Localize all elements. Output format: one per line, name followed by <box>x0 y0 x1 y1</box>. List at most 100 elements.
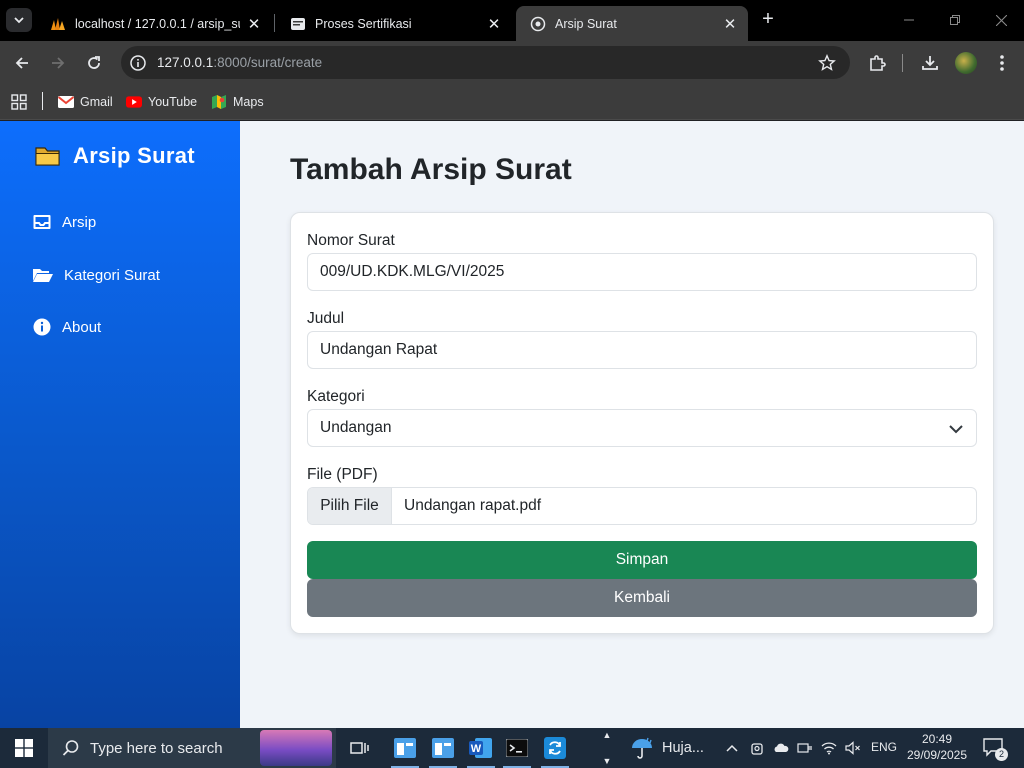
sidebar-item-label: About <box>62 318 102 336</box>
language-indicator[interactable]: ENG <box>871 740 897 754</box>
weather-widget[interactable]: Huja... <box>630 736 704 760</box>
more-vertical-icon <box>1000 55 1004 71</box>
apps-grid-icon <box>11 94 27 110</box>
main-content: Tambah Arsip Surat Nomor Surat 009/UD.KD… <box>240 121 1024 728</box>
close-window-button[interactable] <box>978 0 1024 40</box>
reload-button[interactable] <box>82 51 106 75</box>
terminal-app[interactable] <box>503 734 531 768</box>
extensions-button[interactable] <box>866 52 888 74</box>
minimize-icon <box>904 19 914 21</box>
nomor-surat-input[interactable]: 009/UD.KDK.MLG/VI/2025 <box>307 253 977 291</box>
sidebar-item-about[interactable]: About <box>32 318 101 336</box>
kategori-select[interactable]: Undangan <box>307 409 977 447</box>
sidebar-item-label: Arsip <box>62 213 97 231</box>
close-tab-icon[interactable]: ✕ <box>246 16 262 33</box>
downloads-button[interactable] <box>919 52 941 74</box>
toolbar-divider <box>902 54 903 72</box>
puzzle-icon <box>870 55 886 71</box>
taskbar-search[interactable]: Type here to search <box>48 728 336 768</box>
tab-search-button[interactable] <box>6 8 32 32</box>
tab-title: localhost / 127.0.0.1 / arsip_surat <box>75 16 240 31</box>
new-tab-button[interactable]: + <box>758 9 778 30</box>
bookmark-gmail[interactable]: Gmail <box>58 92 113 112</box>
close-tab-icon[interactable]: ✕ <box>486 16 502 33</box>
notification-center-button[interactable]: 2 <box>982 737 1008 761</box>
brand-title: Arsip Surat <box>73 143 195 168</box>
sidebar-item-arsip[interactable]: Arsip <box>32 213 96 231</box>
chevron-down-icon <box>14 17 24 24</box>
tab-phpmyadmin[interactable]: localhost / 127.0.0.1 / arsip_surat ✕ <box>36 6 272 41</box>
tab-proses-sertifikasi[interactable]: Proses Sertifikasi ✕ <box>276 6 512 41</box>
battery-plug-icon[interactable] <box>797 740 813 756</box>
site-info-icon[interactable] <box>129 54 147 72</box>
windows-logo-icon <box>15 739 33 757</box>
volume-muted-icon[interactable] <box>845 740 861 756</box>
file-input[interactable]: Pilih File Undangan rapat.pdf <box>307 487 977 525</box>
wifi-icon[interactable] <box>821 740 837 756</box>
search-placeholder: Type here to search <box>90 739 223 757</box>
add-archive-form: Nomor Surat 009/UD.KDK.MLG/VI/2025 Judul… <box>290 212 994 634</box>
search-highlight-image[interactable] <box>260 730 332 766</box>
bookmarks-divider <box>42 92 43 110</box>
sync-app[interactable] <box>541 734 569 768</box>
bookmark-label: Gmail <box>80 95 113 109</box>
judul-input[interactable]: Undangan Rapat <box>307 331 977 369</box>
app-window-icon <box>432 738 454 758</box>
taskbar-scroll[interactable]: ▲ ▼ <box>601 730 613 766</box>
chevron-down-icon <box>949 425 963 434</box>
bookmark-maps[interactable]: Maps <box>211 92 264 112</box>
phpmyadmin-icon <box>50 16 66 32</box>
bookmark-label: YouTube <box>148 95 198 109</box>
choose-file-button[interactable]: Pilih File <box>308 488 392 524</box>
tab-arsip-surat[interactable]: Arsip Surat ✕ <box>516 6 748 41</box>
clock-time: 20:49 <box>921 732 953 746</box>
onedrive-icon[interactable] <box>773 740 789 756</box>
chevron-down-icon[interactable]: ▼ <box>603 756 612 766</box>
system-clock[interactable]: 20:49 29/09/2025 <box>905 731 969 763</box>
youtube-icon <box>126 94 142 110</box>
download-icon <box>922 56 938 70</box>
folder-open-icon <box>32 266 54 284</box>
restore-button[interactable] <box>932 0 978 40</box>
sidebar-item-kategori-surat[interactable]: Kategori Surat <box>32 266 160 284</box>
task-view-button[interactable] <box>346 734 374 762</box>
address-bar[interactable]: 127.0.0.1:8000/surat/create <box>121 46 850 79</box>
browser-menu-button[interactable] <box>991 52 1013 74</box>
tray-overflow-button[interactable] <box>724 740 740 756</box>
windows-taskbar: Type here to search W ▲ ▼ Huja... ENG 20… <box>0 728 1024 768</box>
chevron-up-icon[interactable]: ▲ <box>603 730 612 740</box>
bookmark-label: Maps <box>233 95 264 109</box>
start-button[interactable] <box>0 728 48 768</box>
back-button[interactable] <box>10 51 34 75</box>
back-button[interactable]: Kembali <box>307 579 977 617</box>
restore-icon <box>950 15 960 25</box>
arrow-left-icon <box>15 57 28 69</box>
browser-tab-strip: localhost / 127.0.0.1 / arsip_surat ✕ Pr… <box>0 0 1024 41</box>
clock-date: 29/09/2025 <box>906 748 968 762</box>
arrow-right-icon <box>52 57 65 69</box>
minimize-button[interactable] <box>886 0 932 40</box>
chevron-up-icon <box>726 744 738 752</box>
rain-umbrella-icon <box>632 737 652 759</box>
forward-button[interactable] <box>46 51 70 75</box>
profile-avatar[interactable] <box>955 52 977 74</box>
taskbar-app-1[interactable] <box>391 734 419 768</box>
word-app[interactable]: W <box>467 734 495 768</box>
word-icon: W <box>469 738 492 758</box>
selected-file-name: Undangan rapat.pdf <box>404 497 542 514</box>
web-page: Arsip Surat Arsip Kategori Surat About T… <box>0 121 1024 728</box>
document-icon <box>290 16 306 32</box>
page-title: Tambah Arsip Surat <box>290 153 572 186</box>
apps-button[interactable] <box>11 92 27 112</box>
sidebar-brand[interactable]: Arsip Surat <box>35 143 195 169</box>
save-button[interactable]: Simpan <box>307 541 977 579</box>
tray-meet-icon[interactable] <box>749 740 765 756</box>
url-path: :8000/surat/create <box>213 55 323 70</box>
bookmark-star-icon[interactable] <box>818 54 836 72</box>
close-tab-icon[interactable]: ✕ <box>722 16 738 33</box>
sidebar: Arsip Surat Arsip Kategori Surat About <box>0 121 240 728</box>
inbox-icon <box>32 213 52 231</box>
taskbar-app-2[interactable] <box>429 734 457 768</box>
bookmark-youtube[interactable]: YouTube <box>126 92 197 112</box>
reload-icon <box>88 56 100 69</box>
